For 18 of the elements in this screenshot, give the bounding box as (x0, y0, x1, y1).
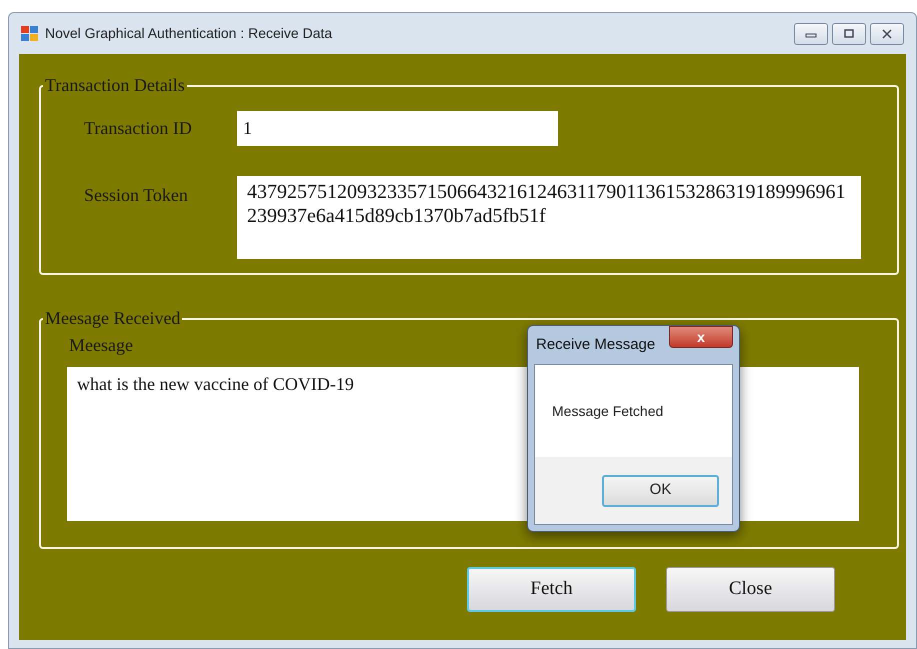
window-title: Novel Graphical Authentication : Receive Data (45, 24, 332, 43)
app-icon (21, 26, 39, 42)
maximize-icon[interactable] (832, 22, 866, 44)
dialog-close-button[interactable]: x (669, 326, 733, 348)
group-title: Meesage Received (44, 307, 182, 330)
field-label: Session Token (83, 184, 189, 207)
group-title: Transaction Details (44, 74, 186, 97)
dialog-button[interactable]: Fetch (467, 567, 636, 612)
field-label: Meesage (69, 334, 133, 357)
close-icon[interactable] (870, 22, 904, 44)
dialog-button[interactable]: Close (666, 567, 835, 612)
transaction-id-field[interactable]: 1 (237, 111, 558, 146)
dialog-title: Receive Message (535, 334, 656, 355)
field-label: Transaction ID (83, 117, 193, 140)
session-token-field[interactable]: 437925751209323357150664321612463117901136153286319189996961239937e6a415d89cb1370b7ad5fb51f (237, 176, 861, 259)
minimize-icon[interactable] (794, 22, 828, 44)
ok-button[interactable]: OK (602, 474, 719, 506)
dialog-message: Message Fetched (552, 402, 664, 421)
